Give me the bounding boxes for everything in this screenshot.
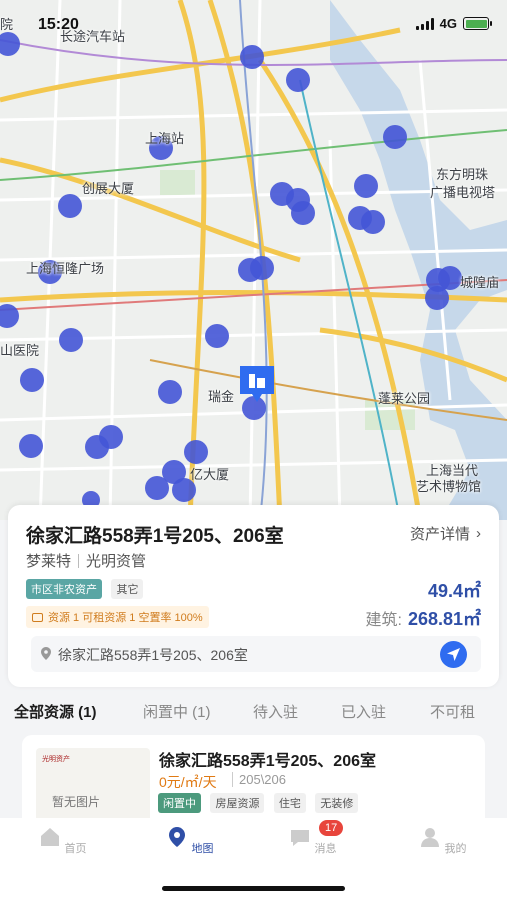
asset-manager: 光明资管 (86, 553, 147, 570)
nav-profile-label: 我的 (444, 843, 467, 855)
location-pin-icon (41, 647, 51, 660)
resource-room: 205\206 (232, 772, 286, 787)
map-label: 蓬莱公园 (378, 391, 431, 406)
map-label: 城隍庙 (460, 275, 500, 290)
nav-messages[interactable]: 消息 17 (283, 820, 344, 856)
map-label: 上海站 (145, 131, 185, 146)
message-icon (291, 830, 310, 846)
building-area-value: 268.81㎡ (407, 609, 481, 629)
status-bar: 15:20 4G (0, 0, 507, 48)
asset-owner: 梦莱特 (26, 553, 72, 570)
map-pin-icon (169, 827, 186, 847)
map-label: 创展大厦 (82, 181, 135, 196)
nav-home[interactable]: 首页 (33, 826, 93, 856)
nav-home-label: 首页 (64, 843, 87, 855)
divider (78, 553, 80, 568)
tab-pending[interactable]: 待入驻 (253, 701, 298, 722)
asset-category-tag: 市区非农资产 (26, 579, 102, 599)
home-indicator (162, 886, 345, 891)
clock: 15:20 (38, 16, 79, 33)
navigation-arrow-icon (447, 648, 460, 661)
address-bar[interactable]: 徐家汇路558弄1号205、206室 (31, 636, 481, 672)
resource-summary-text: 资源 1 可租资源 1 空置率 100% (48, 612, 203, 624)
asset-detail-label: 资产详情 (409, 526, 470, 543)
unread-count-badge: 17 (319, 820, 344, 836)
status-badge: 闲置中 (158, 793, 201, 813)
resource-decoration-tag: 无装修 (315, 793, 359, 813)
nav-profile[interactable]: 我的 (413, 826, 473, 856)
resource-price: 0元/㎡/天 (159, 774, 217, 790)
map-view[interactable]: 长途汽车站 上海站 创展大厦 上海恒隆广场 山医院 瑞金 亿大厦 蓬莱公园 东方… (0, 0, 507, 520)
map-label: 广播电视塔 (430, 185, 496, 200)
address-text: 徐家汇路558弄1号205、206室 (58, 647, 248, 663)
resource-use-tag: 住宅 (273, 793, 306, 813)
profile-icon (421, 828, 440, 847)
building-area: 建筑: 268.81㎡ (365, 605, 481, 631)
map-label: 亿大厦 (190, 467, 230, 482)
asset-title: 徐家汇路558弄1号205、206室 (26, 526, 284, 547)
chevron-right-icon: › (476, 525, 481, 542)
battery-icon (463, 17, 492, 30)
map-label: 艺术博物馆 (416, 479, 482, 494)
asset-type-tag: 其它 (111, 579, 144, 599)
map-label: 东方明珠 (436, 167, 489, 182)
tab-idle[interactable]: 闲置中 (1) (143, 701, 211, 722)
nav-map-label: 地图 (191, 843, 214, 855)
resource-type-tag: 房屋资源 (210, 793, 265, 813)
asset-detail-link[interactable]: 资产详情 › (410, 523, 481, 544)
network-type: 4G (439, 16, 457, 31)
tab-occupied[interactable]: 已入驻 (341, 701, 386, 722)
resource-title: 徐家汇路558弄1号205、206室 (159, 753, 376, 770)
navigate-button[interactable] (440, 641, 467, 668)
home-icon (41, 828, 60, 846)
signal-icon (415, 17, 434, 30)
resource-summary: 资源 1 可租资源 1 空置率 100% (26, 606, 209, 628)
selected-asset-pin (240, 366, 274, 402)
nav-map[interactable]: 地图 (160, 826, 220, 856)
map-label: 山医院 (0, 343, 40, 358)
nav-messages-label: 消息 (314, 843, 337, 855)
thumbnail-placeholder-text: 暂无图片 (52, 795, 101, 809)
thumbnail-logo: 光明资产 (42, 756, 70, 763)
resource-status-tabs: 全部资源 (1) 闲置中 (1) 待入驻 已入驻 不可租 (0, 693, 507, 727)
building-area-label: 建筑: (365, 612, 402, 629)
tab-all[interactable]: 全部资源 (1) (14, 701, 97, 722)
map-label: 上海恒隆广场 (26, 261, 105, 276)
resource-icon (32, 612, 43, 622)
map-label: 瑞金 (208, 389, 235, 404)
resource-thumbnail: 光明资产 暂无图片 (36, 748, 150, 828)
tab-unavailable[interactable]: 不可租 (430, 701, 475, 722)
land-area: 49.4㎡ (427, 581, 481, 601)
